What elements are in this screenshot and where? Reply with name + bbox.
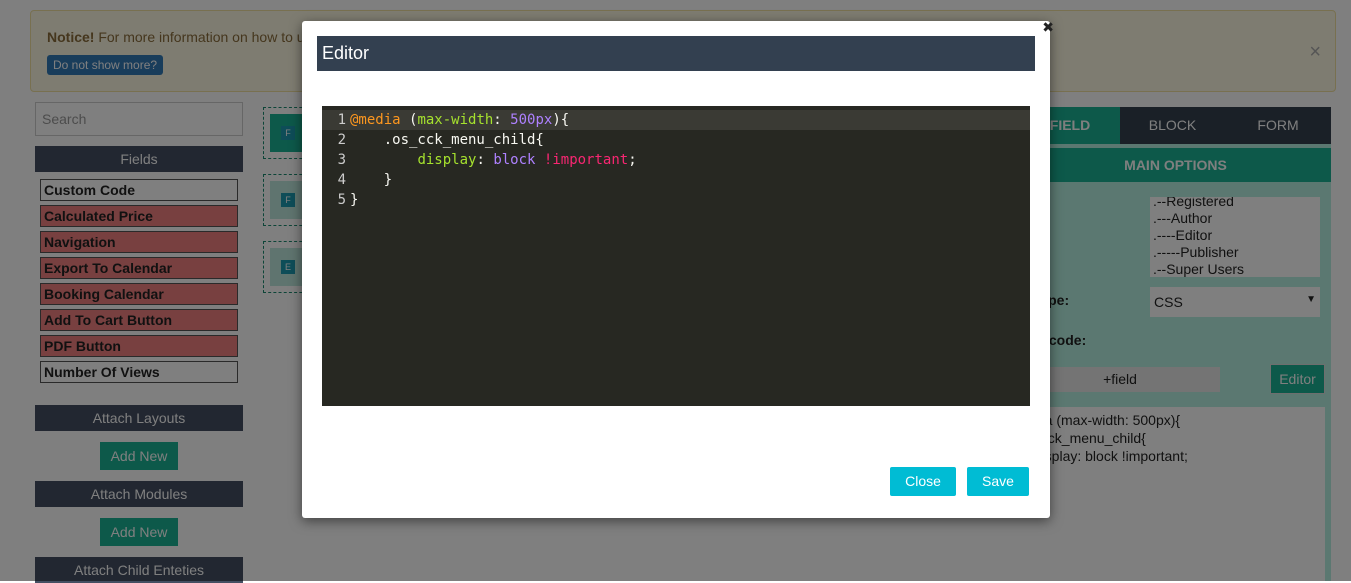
code-line: 1 @media (max-width: 500px){ (322, 110, 1030, 130)
save-button[interactable]: Save (967, 467, 1029, 496)
close-button[interactable]: Close (890, 467, 956, 496)
code-token: : (476, 152, 494, 168)
code-token: ( (400, 112, 418, 128)
code-token: ; (628, 152, 637, 168)
modal-title: Editor (317, 36, 1035, 71)
code-line: 5} (322, 190, 1030, 210)
close-icon[interactable]: ✖ (1042, 19, 1054, 36)
code-token: : (493, 112, 511, 128)
line-number: 4 (337, 172, 346, 188)
code-line: 4 } (322, 170, 1030, 190)
code-token: block (493, 152, 536, 168)
code-line: 3 display: block !important; (322, 150, 1030, 170)
line-number: 2 (337, 132, 346, 148)
code-token: display (417, 152, 477, 168)
code-line: 2 .os_cck_menu_child{ (322, 130, 1030, 150)
code-token: .os_cck_menu_child{ (350, 132, 544, 148)
code-token: !important (543, 152, 629, 168)
code-token: 500px (510, 112, 553, 128)
code-token: ){ (552, 112, 570, 128)
line-number: 1 (337, 112, 346, 128)
code-token: @media (350, 112, 401, 128)
line-number: 3 (337, 152, 346, 168)
line-number: 5 (337, 192, 346, 208)
code-token: } (350, 192, 359, 208)
code-token: } (350, 172, 393, 188)
code-token: max-width (417, 112, 494, 128)
editor-modal: ✖ Editor 1 @media (max-width: 500px){2 .o… (302, 19, 1054, 518)
code-editor[interactable]: 1 @media (max-width: 500px){2 .os_cck_men… (322, 106, 1030, 406)
